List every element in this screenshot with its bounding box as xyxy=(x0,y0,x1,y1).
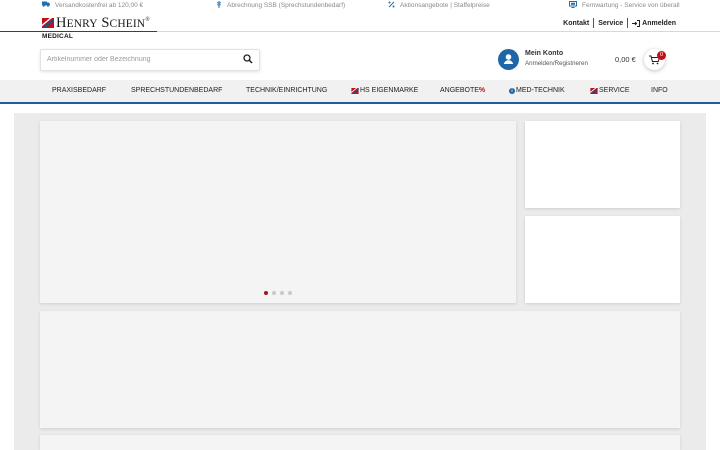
search-input[interactable] xyxy=(47,53,232,66)
hs-flag-icon xyxy=(351,87,359,94)
logo-flag-icon xyxy=(42,18,54,28)
login-label: Anmelden xyxy=(642,19,676,27)
truck-icon xyxy=(42,1,50,9)
nav-item-label: SERVICE xyxy=(599,87,630,94)
content-panel xyxy=(40,311,680,428)
carousel-dot[interactable] xyxy=(288,291,292,295)
main-navigation: PRAXISBEDARF SPRECHSTUNDENBEDARF TECHNIK… xyxy=(0,80,720,102)
account-subtitle[interactable]: Anmelden/Registrieren xyxy=(525,60,588,67)
percent-icon xyxy=(388,1,395,10)
monitor-icon xyxy=(569,1,577,10)
nav-underline xyxy=(0,102,720,104)
nav-item-label: PRAXISBEDARF xyxy=(52,87,107,94)
link-separator xyxy=(627,18,629,28)
hero-carousel[interactable] xyxy=(40,121,516,303)
medical-icon xyxy=(216,1,222,10)
nav-item-label: SPRECHSTUNDENBEDARF xyxy=(131,87,223,94)
benefit-billing[interactable]: Abrechnung SSB (Sprechstundenbedarf) xyxy=(216,1,345,10)
benefit-remote[interactable]: Fernwartung - Service von überall xyxy=(569,1,680,10)
header-links: Kontakt Service Anmelden xyxy=(563,18,676,28)
nav-item-service[interactable]: SERVICE xyxy=(590,87,630,94)
nav-item-med-technik[interactable]: i MED-TECHNIK xyxy=(509,87,565,94)
service-link[interactable]: Service xyxy=(598,20,623,27)
header-divider-accent xyxy=(0,31,157,32)
info-icon: i xyxy=(509,87,515,94)
benefit-billing-label: Abrechnung SSB (Sprechstundenbedarf) xyxy=(227,2,346,9)
user-avatar-icon xyxy=(498,49,519,70)
nav-item-sprechstundenbedarf[interactable]: SPRECHSTUNDENBEDARF xyxy=(131,87,222,94)
benefit-shipping-label: Versandkostenfrei ab 120,00 € xyxy=(55,1,144,9)
nav-item-label: TECHNIK/EINRICHTUNG xyxy=(246,87,328,94)
login-link[interactable]: Anmelden xyxy=(632,19,676,27)
carousel-dot[interactable] xyxy=(280,291,284,295)
benefit-offers-label: Aktionsangebote | Staffelpreise xyxy=(400,2,490,9)
nav-item-hs-eigenmarke[interactable]: HS EIGENMARKE xyxy=(351,87,418,94)
benefit-shipping[interactable]: Versandkostenfrei ab 120,00 € xyxy=(42,1,143,9)
cart-total: 0,00 € xyxy=(615,55,636,64)
logo-subtitle: MEDICAL xyxy=(42,33,74,40)
nav-item-label: HS EIGENMARKE xyxy=(360,87,419,94)
login-icon xyxy=(632,19,641,27)
henry-schein-logo[interactable]: HENRY SCHEIN® MEDICAL xyxy=(42,15,162,42)
cart-count-badge: 0 xyxy=(657,51,666,60)
nav-item-label: ANGEBOTE xyxy=(440,87,479,94)
nav-item-label: INFO xyxy=(651,87,668,94)
promo-tile-bottom[interactable] xyxy=(525,216,680,303)
search-icon[interactable] xyxy=(243,54,253,64)
nav-item-info[interactable]: INFO xyxy=(651,87,668,94)
nav-item-label: MED-TECHNIK xyxy=(516,87,565,94)
benefit-offers[interactable]: Aktionsangebote | Staffelpreise xyxy=(388,1,490,10)
benefits-bar: Versandkostenfrei ab 120,00 € Abrechnung… xyxy=(0,0,720,11)
promo-tile-top[interactable] xyxy=(525,121,680,208)
logo-wordmark: HENRY SCHEIN® xyxy=(56,15,150,31)
search-box[interactable] xyxy=(40,49,260,71)
carousel-dot[interactable] xyxy=(264,291,268,295)
percent-icon: % xyxy=(478,87,486,94)
carousel-dot[interactable] xyxy=(272,291,276,295)
account-title: Mein Konto xyxy=(525,50,564,57)
nav-item-praxisbedarf[interactable]: PRAXISBEDARF xyxy=(52,87,106,94)
nav-item-technik-einrichtung[interactable]: TECHNIK/EINRICHTUNG xyxy=(246,87,327,94)
link-separator xyxy=(593,18,595,28)
hs-flag-icon xyxy=(590,87,598,94)
content-panel-next xyxy=(40,435,680,450)
benefit-remote-label: Fernwartung - Service von überall xyxy=(582,2,680,9)
carousel-indicators xyxy=(264,291,292,295)
nav-item-angebote[interactable]: ANGEBOTE% xyxy=(440,87,485,94)
kontakt-link[interactable]: Kontakt xyxy=(563,20,589,27)
